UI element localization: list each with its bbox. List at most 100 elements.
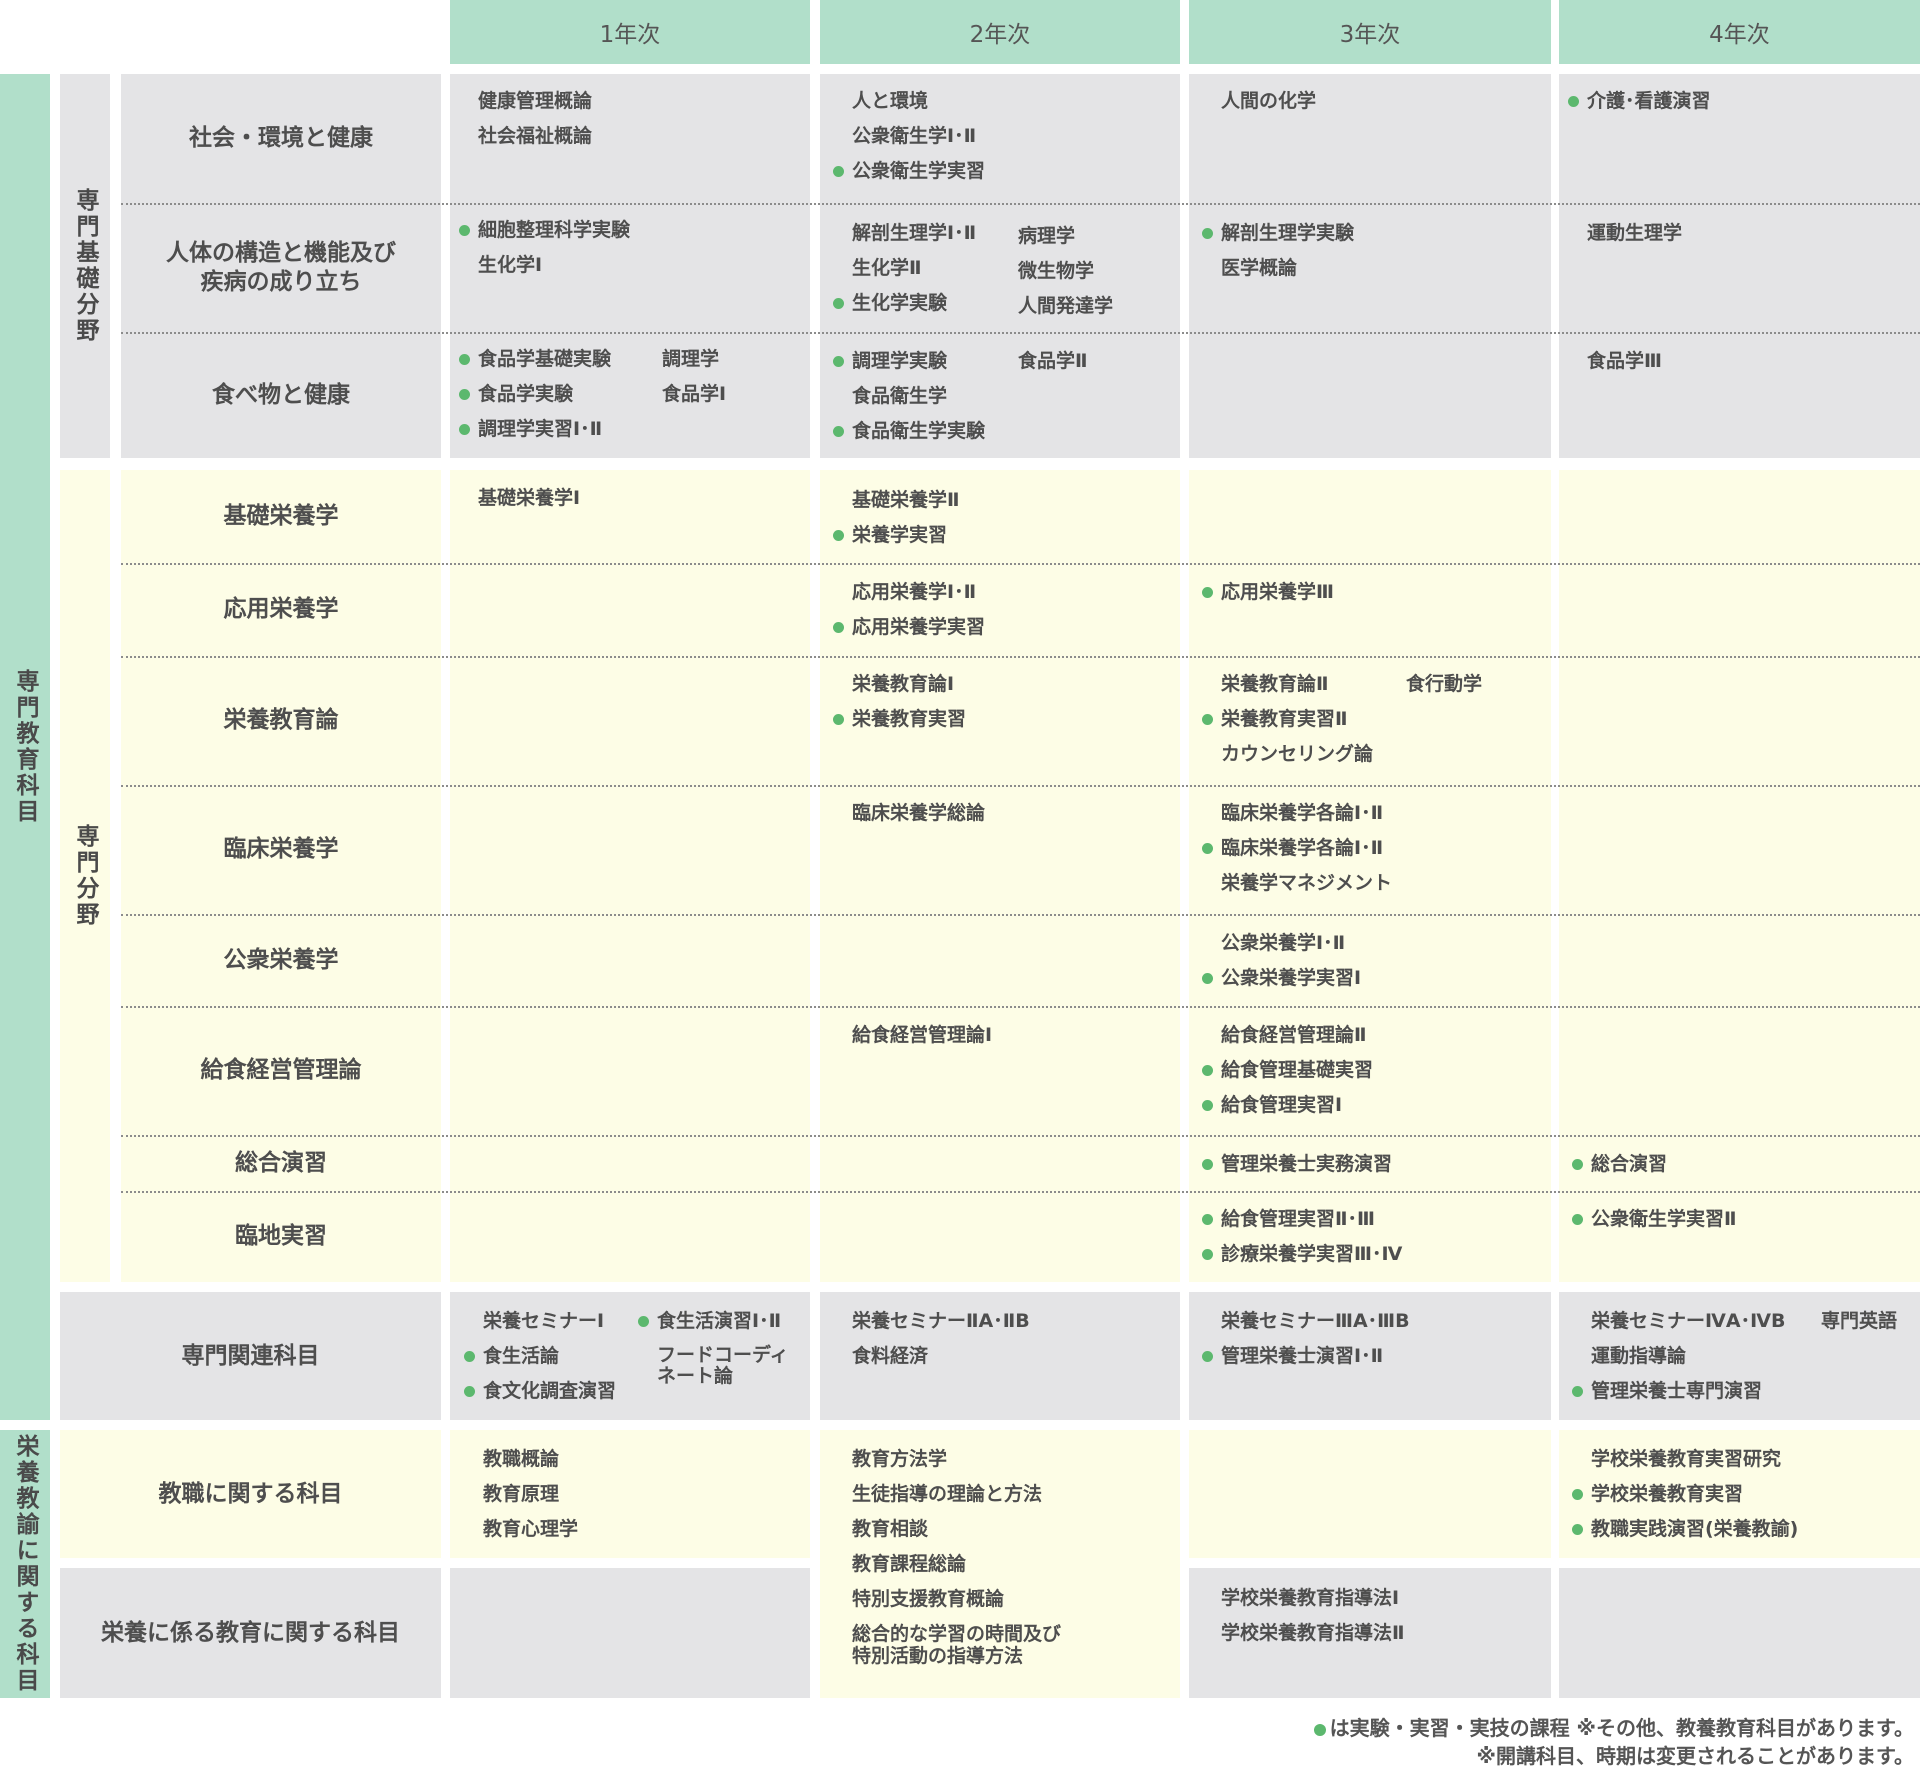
- course-item-practical: 管理栄養士演習Ⅰ･Ⅱ: [1201, 1345, 1384, 1367]
- year-header-1: 1年次: [450, 0, 810, 64]
- course-item-practical: 食品衛生学実験: [832, 420, 986, 442]
- year-header-2: 2年次: [820, 0, 1180, 64]
- course-item: 栄養セミナーⅣA･ⅣB: [1591, 1310, 1786, 1332]
- course-item: フードコーディ ネート論: [657, 1344, 789, 1387]
- course-item-practical: 応用栄養学実習: [832, 616, 986, 638]
- legend-note-practical: は実験・実習・実技の課程 ※その他、教養教育科目があります。: [1313, 1712, 1914, 1741]
- category-sogo: 総合演習: [235, 1149, 327, 1176]
- course-item: 総合的な学習の時間及び 特別活動の指導方法: [852, 1623, 1062, 1667]
- course-item-practical: 給食管理基礎実習: [1201, 1059, 1374, 1081]
- course-item: 食品学Ⅰ: [662, 383, 727, 405]
- group-senmon-kiso: 専門基礎分野: [60, 74, 110, 458]
- course-item-practical: 栄養学実習: [832, 524, 948, 546]
- group-senmon-kyoiku: 専門教育科目: [0, 74, 50, 1420]
- course-item-practical: 調理学実習Ⅰ･Ⅱ: [458, 418, 603, 440]
- course-item-practical: 栄養教育実習Ⅱ: [1202, 708, 1348, 730]
- year-header-4: 4年次: [1559, 0, 1920, 64]
- green-dot-icon: [1313, 1723, 1326, 1736]
- course-item: カウンセリング論: [1221, 743, 1374, 765]
- category-shakai: 社会・環境と健康: [189, 125, 373, 151]
- course-item: 運動指導論: [1591, 1345, 1687, 1367]
- category-tabemono: 食べ物と健康: [212, 381, 350, 408]
- course-item-practical: 給食管理実習Ⅰ: [1201, 1094, 1343, 1116]
- course-item-practical: 給食管理実習Ⅱ･Ⅲ: [1202, 1208, 1375, 1230]
- course-item: 人と環境: [852, 90, 929, 112]
- year-header-3: 3年次: [1189, 0, 1551, 64]
- course-item: 公衆衛生学Ⅰ･Ⅱ: [852, 125, 977, 147]
- course-item-practical: 応用栄養学Ⅲ: [1202, 581, 1334, 603]
- course-item: 臨床栄養学各論Ⅰ･Ⅱ: [1221, 802, 1384, 824]
- course-item-practical: 生化学実験: [832, 292, 948, 314]
- course-item: 調理学: [662, 348, 720, 370]
- band-kiso-y4: [1559, 74, 1920, 458]
- course-item: 専門英語: [1821, 1310, 1898, 1332]
- course-item: 生徒指導の理論と方法: [852, 1483, 1043, 1505]
- course-item: 応用栄養学Ⅰ･Ⅱ: [852, 581, 977, 603]
- category-oyo-eiyo: 応用栄養学: [223, 596, 339, 622]
- category-eiyo-kyoiku: 栄養教育論: [223, 707, 339, 733]
- course-item: 栄養セミナーⅡA･ⅡB: [852, 1310, 1030, 1332]
- course-item: 微生物学: [1018, 260, 1095, 282]
- course-item-practical: 公衆衛生学実習Ⅱ: [1572, 1208, 1737, 1230]
- category-jintai: 人体の構造と機能及び 疾病の成り立ち: [166, 239, 396, 295]
- course-item: 教職概論: [483, 1448, 560, 1470]
- course-item-practical: 食品学実験: [458, 383, 574, 405]
- course-item-practical: 教職実践演習(栄養教諭): [1571, 1518, 1799, 1540]
- course-item: 教育心理学: [483, 1518, 579, 1540]
- group-senmon-bunya: 専門分野: [60, 470, 110, 1282]
- course-item-practical: 解剖生理学実験: [1201, 222, 1355, 244]
- course-item: 教育相談: [852, 1518, 929, 1540]
- course-item: 食行動学: [1406, 673, 1483, 695]
- course-item-practical: 管理栄養士専門演習: [1571, 1380, 1763, 1402]
- course-item: 教育原理: [483, 1483, 560, 1505]
- course-item: 特別支援教育概論: [852, 1588, 1005, 1610]
- course-item: 食品学Ⅲ: [1587, 350, 1662, 372]
- course-item-practical: 食品学基礎実験: [458, 348, 612, 370]
- course-item-practical: 食生活論: [463, 1345, 560, 1367]
- course-item: 医学概論: [1221, 257, 1298, 279]
- category-koshu: 公衆栄養学: [223, 946, 339, 973]
- course-item-practical: 診療栄養学実習Ⅲ･Ⅳ: [1201, 1243, 1403, 1265]
- course-item-practical: 介護･看護演習: [1568, 90, 1711, 112]
- course-item: 人間の化学: [1221, 90, 1317, 112]
- course-item: 栄養セミナーⅠ: [483, 1310, 605, 1332]
- course-item: 学校栄養教育実習研究: [1591, 1448, 1782, 1470]
- category-kyoshoku: 教職に関する科目: [158, 1480, 343, 1507]
- course-item-practical: 公衆栄養学実習Ⅰ: [1201, 967, 1362, 989]
- course-item-practical: 栄養教育実習: [832, 708, 967, 730]
- course-item-practical: 学校栄養教育実習: [1571, 1483, 1744, 1505]
- course-item-practical: 公衆衛生学実習: [832, 160, 986, 182]
- course-item: 病理学: [1018, 225, 1076, 247]
- category-kyushoku: 給食経営管理論: [200, 1057, 362, 1083]
- course-item: 食料経済: [852, 1345, 929, 1367]
- course-item: 給食経営管理論Ⅱ: [1221, 1024, 1367, 1046]
- course-item: 運動生理学: [1587, 222, 1683, 244]
- course-item: 臨床栄養学総論: [852, 802, 986, 824]
- course-item-practical: 食生活演習Ⅰ･Ⅱ: [637, 1310, 782, 1332]
- course-item-practical: 細胞整理科学実験: [458, 219, 631, 241]
- course-item: 生化学Ⅱ: [852, 257, 922, 279]
- category-rinsho: 臨床栄養学: [223, 836, 339, 862]
- course-item: 栄養教育論Ⅱ: [1221, 673, 1329, 695]
- course-item-practical: 臨床栄養学各論Ⅰ･Ⅱ: [1201, 837, 1384, 859]
- band-kakaru-y4: [1559, 1568, 1920, 1698]
- course-item-practical: 食文化調査演習: [463, 1380, 617, 1402]
- course-item: 食品衛生学: [852, 385, 948, 407]
- course-item: 栄養学マネジメント: [1221, 872, 1393, 894]
- band-bunya-y1: [450, 470, 810, 1282]
- category-rinchi: 臨地実習: [235, 1223, 327, 1249]
- course-item-practical: 総合演習: [1571, 1153, 1668, 1175]
- course-item: 栄養セミナーⅢA･ⅢB: [1221, 1310, 1410, 1332]
- course-item: 公衆栄養学Ⅰ･Ⅱ: [1221, 932, 1346, 954]
- category-kiso-eiyo: 基礎栄養学: [223, 503, 339, 529]
- course-item-practical: 管理栄養士実務演習: [1201, 1153, 1393, 1175]
- course-item: 食品学Ⅱ: [1018, 350, 1088, 372]
- course-item: 教育方法学: [852, 1448, 948, 1470]
- band-kakaru-y1: [450, 1568, 810, 1698]
- course-item: 学校栄養教育指導法Ⅱ: [1221, 1622, 1405, 1644]
- legend-note-change: ※開講科目、時期は変更されることがあります。: [1476, 1744, 1914, 1768]
- course-item: 教育課程総論: [852, 1553, 967, 1575]
- group-eiyo-kyoyu: 栄養教諭に関する科目: [0, 1430, 50, 1698]
- course-item: 健康管理概論: [478, 90, 593, 112]
- course-item: 解剖生理学Ⅰ･Ⅱ: [852, 222, 977, 244]
